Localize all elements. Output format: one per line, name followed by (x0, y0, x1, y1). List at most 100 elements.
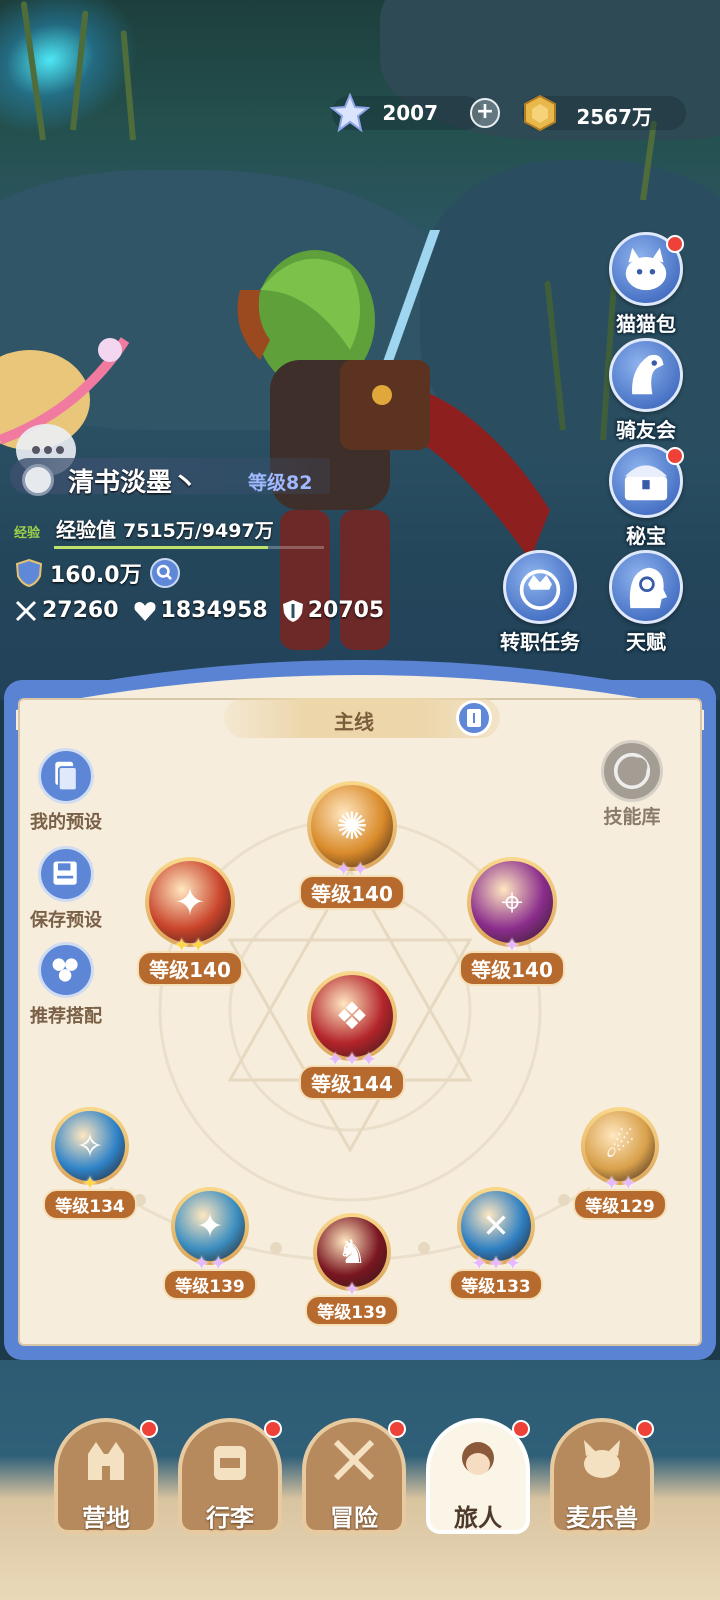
exp-progress-bar (54, 546, 324, 549)
nav-item-pet-cat[interactable]: 麦乐兽 (550, 1418, 654, 1534)
gold-value: 2567万 (576, 105, 652, 129)
star-icon: ✦ (173, 933, 190, 957)
player-avatar[interactable] (22, 464, 54, 496)
player-level: 等级82 (248, 472, 313, 494)
crossed-swords-icon (322, 1432, 386, 1488)
heart-icon (134, 601, 156, 621)
star-icon: ✦ (326, 1047, 344, 1071)
exp-label: 经验值 (56, 518, 116, 542)
star-icon: ✦ (190, 933, 207, 957)
power-value: 160.0万 (50, 563, 142, 588)
exp-progress-fill (54, 546, 268, 549)
codex-book-button[interactable] (456, 700, 492, 736)
save-preset-button[interactable]: 保存预设 (18, 846, 114, 932)
skill-node-b1[interactable]: ✧ ✦ 等级134 (31, 1107, 149, 1220)
notification-dot (512, 1420, 530, 1438)
skill-node-b2[interactable]: ✦ ✦✦ 等级139 (151, 1187, 269, 1300)
hp-stat: 1834958 (133, 598, 268, 623)
nav-item-crossed-swords[interactable]: 冒险 (302, 1418, 406, 1534)
skill-stars: ✦✦ (125, 933, 255, 957)
my-preset-label: 我的预设 (30, 812, 102, 833)
notification-dot (666, 235, 684, 253)
skill-node-center[interactable]: ❖ ✦✦✦ 等级144 (287, 971, 417, 1100)
recommend-icon (38, 942, 94, 998)
nav-label: 营地 (82, 1504, 130, 1532)
exp-tag: 经验 (14, 526, 41, 541)
attack-stat: 27260 (14, 598, 119, 623)
recommend-combo-button[interactable]: 推荐搭配 (18, 942, 114, 1028)
star-icon: ✦ (470, 1251, 488, 1275)
star-icon: ✦ (603, 1171, 620, 1195)
defense-shield-icon (282, 599, 303, 622)
combat-power: 160.0万 (14, 556, 180, 590)
notification-dot (264, 1420, 282, 1438)
exp-value: 7515万/9497万 (122, 520, 274, 542)
star-icon: ✦ (487, 1251, 505, 1275)
nav-item-traveler-portrait[interactable]: 旅人 (426, 1418, 530, 1534)
skill-node-b4[interactable]: ✕ ✦✦✦ 等级133 (437, 1187, 555, 1300)
notification-dot (636, 1420, 654, 1438)
skill-library-label: 技能库 (603, 806, 661, 828)
cat-bag-label: 猫猫包 (616, 312, 676, 336)
skill-stars: ✦ (447, 933, 577, 957)
attack-value: 27260 (42, 598, 119, 623)
castle-icon (74, 1432, 138, 1488)
skill-stars: ✦✦✦ (287, 1047, 417, 1071)
star-icon: ✦ (620, 1171, 637, 1195)
exp-readout: 经验值 7515万/9497万 (56, 514, 274, 543)
star-icon: ✦ (193, 1251, 210, 1275)
notification-dot (388, 1420, 406, 1438)
nav-label: 冒险 (330, 1504, 378, 1532)
nav-item-backpack[interactable]: 行李 (178, 1418, 282, 1534)
inspect-power-button[interactable] (149, 558, 180, 588)
gold-coin-icon (524, 94, 556, 132)
skill-icon: ✦ (149, 861, 231, 943)
notification-dot (666, 447, 684, 465)
my-preset-button[interactable]: 我的预设 (18, 748, 114, 834)
nav-item-castle[interactable]: 营地 (54, 1418, 158, 1534)
star-icon: ✦ (504, 1251, 522, 1275)
gold-balance: 2567万 (522, 94, 686, 132)
search-icon (156, 564, 172, 580)
nav-label: 麦乐兽 (566, 1504, 638, 1532)
save-preset-label: 保存预设 (30, 910, 102, 931)
hp-value: 1834958 (160, 598, 268, 623)
add-currency-button[interactable]: + (470, 98, 500, 128)
book-icon (467, 709, 481, 727)
star-icon: ✦ (503, 933, 521, 957)
treasure-button[interactable]: 秘宝 (604, 444, 688, 549)
skill-node-top[interactable]: ✺ ✦✦ 等级140 (287, 781, 417, 910)
star-icon: ✦ (343, 1047, 361, 1071)
skill-stars: ✦✦ (287, 857, 417, 881)
traveler-portrait-icon (446, 1432, 510, 1488)
player-name: 清书淡墨丶 (68, 468, 199, 498)
crossed-swords-icon (15, 600, 37, 621)
skill-node-left[interactable]: ✦ ✦✦ 等级140 (125, 857, 255, 986)
skill-library-button[interactable]: 技能库 (596, 740, 668, 829)
skill-icon: ⌖ (471, 861, 553, 943)
recommend-combo-label: 推荐搭配 (30, 1006, 102, 1027)
skill-stars: ✦✦✦ (437, 1251, 555, 1275)
skill-node-b3[interactable]: ♞ ✦ 等级139 (293, 1213, 411, 1326)
head-gear-icon (609, 550, 683, 624)
rider-club-button[interactable]: 骑友会 (604, 338, 688, 443)
tab-main-line[interactable]: 主线 (224, 698, 500, 738)
skill-stars: ✦ (31, 1171, 149, 1195)
star-icon: ✦ (335, 857, 352, 881)
defense-value: 20705 (307, 598, 385, 623)
backpack-icon (198, 1432, 262, 1488)
star-icon: ✦ (352, 857, 369, 881)
skill-node-right[interactable]: ⌖ ✦ 等级140 (447, 857, 577, 986)
skill-library-icon (601, 740, 663, 802)
player-stats: 27260 1834958 20705 (14, 598, 398, 623)
skill-node-b5[interactable]: ☄ ✦✦ 等级129 (561, 1107, 679, 1220)
pet-cat-icon (570, 1432, 634, 1488)
skill-stars: ✦✦ (151, 1251, 269, 1275)
cat-bag-button[interactable]: 猫猫包 (604, 232, 688, 337)
tab-main-line-label: 主线 (334, 710, 374, 734)
skill-stars: ✦✦ (561, 1171, 679, 1195)
power-shield-icon (15, 558, 43, 588)
star-icon: ✦ (343, 1277, 361, 1301)
save-disk-icon (38, 846, 94, 902)
notification-dot (140, 1420, 158, 1438)
